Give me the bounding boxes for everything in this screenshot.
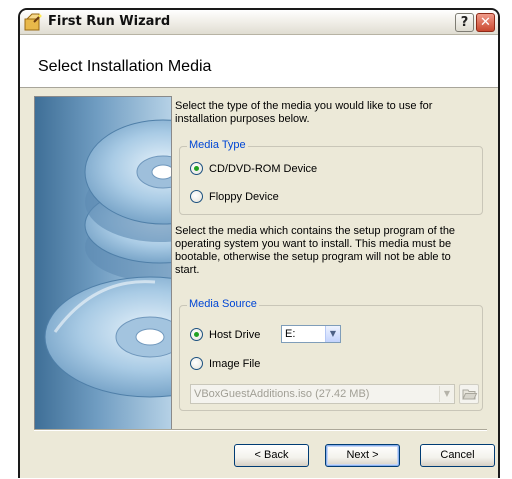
chevron-down-icon[interactable]: ▼ [439, 386, 454, 402]
radio-label: Image File [209, 358, 261, 370]
radio-button[interactable] [190, 162, 203, 175]
radio-label: Floppy Device [209, 191, 279, 203]
radio-button[interactable] [190, 190, 203, 203]
footer-separator [34, 429, 487, 431]
host-drive-select[interactable]: E: ▼ [281, 325, 341, 343]
disc-stack-illustration [44, 119, 171, 398]
chevron-down-icon[interactable]: ▼ [325, 326, 340, 342]
image-folder-button[interactable] [459, 384, 479, 404]
folder-open-icon [462, 389, 478, 400]
intro-text: Select the type of the media you would l… [175, 100, 433, 125]
radio-button[interactable] [190, 328, 203, 341]
media-source-label: Media Source [187, 298, 259, 310]
media-type-group: Media Type CD/DVD-ROM Device Floppy Devi… [179, 139, 483, 215]
radio-label: Host Drive [209, 329, 261, 341]
media-source-group: Media Source Host Drive E: ▼ Image File … [179, 298, 483, 411]
window-title: First Run Wizard [48, 14, 171, 29]
close-button[interactable]: ✕ [476, 13, 495, 32]
wizard-side-image [34, 96, 172, 431]
image-file-select[interactable]: VBoxGuestAdditions.iso (27.42 MB) ▼ [190, 384, 455, 404]
next-button[interactable]: Next > [325, 444, 400, 467]
wizard-icon [24, 13, 42, 31]
help-button[interactable]: ? [455, 13, 474, 32]
wizard-header: Select Installation Media [20, 35, 498, 88]
title-bar[interactable]: First Run Wizard ? ✕ [20, 10, 498, 35]
wizard-window: First Run Wizard ? ✕ Select Installation… [18, 8, 500, 478]
back-button[interactable]: < Back [234, 444, 309, 467]
media-description: Select the media which contains the setu… [175, 225, 456, 276]
cancel-button[interactable]: Cancel [420, 444, 495, 467]
image-file-value: VBoxGuestAdditions.iso (27.42 MB) [194, 388, 370, 400]
host-drive-value: E: [285, 328, 296, 340]
radio-label: CD/DVD-ROM Device [209, 163, 318, 175]
page-title: Select Installation Media [38, 58, 212, 75]
media-type-label: Media Type [187, 139, 248, 151]
radio-button[interactable] [190, 357, 203, 370]
